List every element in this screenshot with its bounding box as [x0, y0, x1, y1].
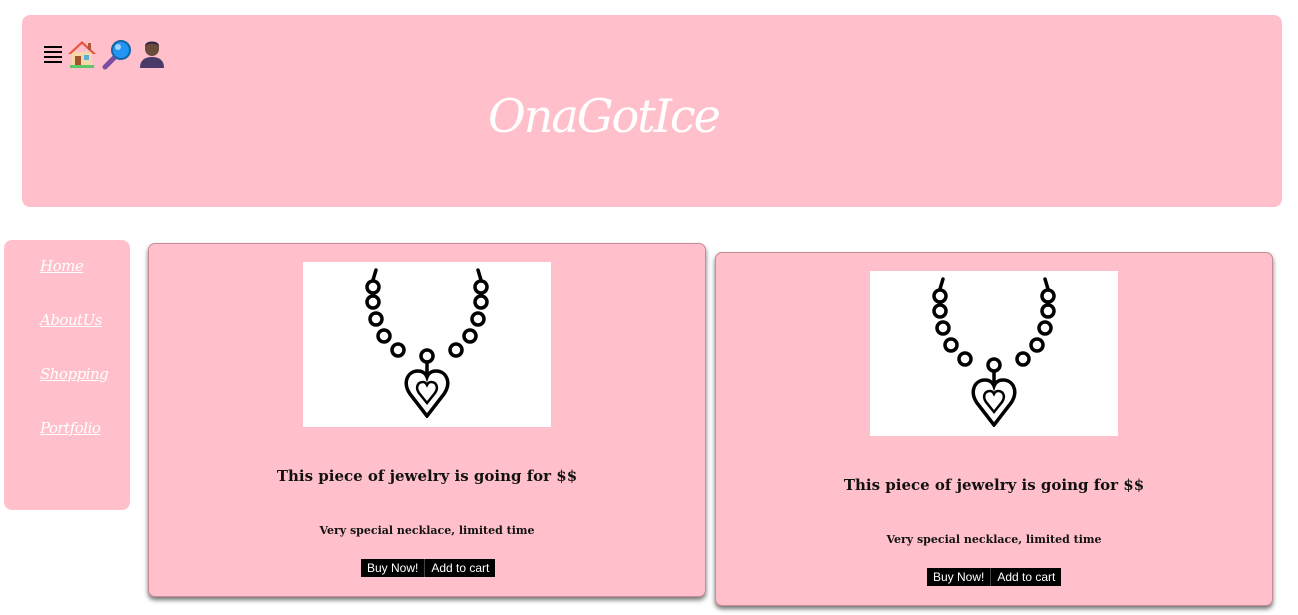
product-actions: Buy Now! Add to cart — [361, 559, 496, 577]
menu-icon[interactable] — [41, 37, 65, 71]
product-image — [303, 262, 551, 427]
sidebar-item-portfolio[interactable]: Portfolio — [40, 419, 101, 437]
product-title: This piece of jewelry is going for $$ — [276, 467, 578, 485]
sidebar-item-home[interactable]: Home — [40, 257, 84, 275]
buy-now-button[interactable]: Buy Now! — [361, 559, 425, 577]
product-description: Very special necklace, limited time — [886, 533, 1102, 546]
sidebar-item-shopping[interactable]: Shopping — [40, 365, 109, 383]
product-title: This piece of jewelry is going for $$ — [843, 476, 1145, 494]
site-header: OnaGotIce — [22, 15, 1282, 207]
brand-logo: OnaGotIce — [488, 89, 721, 143]
sidebar-item-about-us[interactable]: AboutUs — [40, 311, 103, 329]
search-icon[interactable] — [99, 37, 135, 71]
home-icon[interactable] — [65, 37, 99, 71]
add-to-cart-button[interactable]: Add to cart — [990, 568, 1062, 586]
add-to-cart-button[interactable]: Add to cart — [424, 559, 496, 577]
buy-now-button[interactable]: Buy Now! — [927, 568, 991, 586]
product-card: This piece of jewelry is going for $$ Ve… — [148, 243, 706, 597]
necklace-icon — [362, 267, 492, 422]
sidebar-nav: Home AboutUs Shopping Portfolio — [4, 240, 130, 510]
product-actions: Buy Now! Add to cart — [927, 568, 1062, 586]
header-icon-bar — [41, 37, 169, 71]
user-icon[interactable] — [135, 37, 169, 71]
product-description: Very special necklace, limited time — [319, 524, 535, 537]
product-card: This piece of jewelry is going for $$ Ve… — [715, 252, 1273, 606]
necklace-icon — [929, 276, 1059, 431]
product-image — [870, 271, 1118, 436]
